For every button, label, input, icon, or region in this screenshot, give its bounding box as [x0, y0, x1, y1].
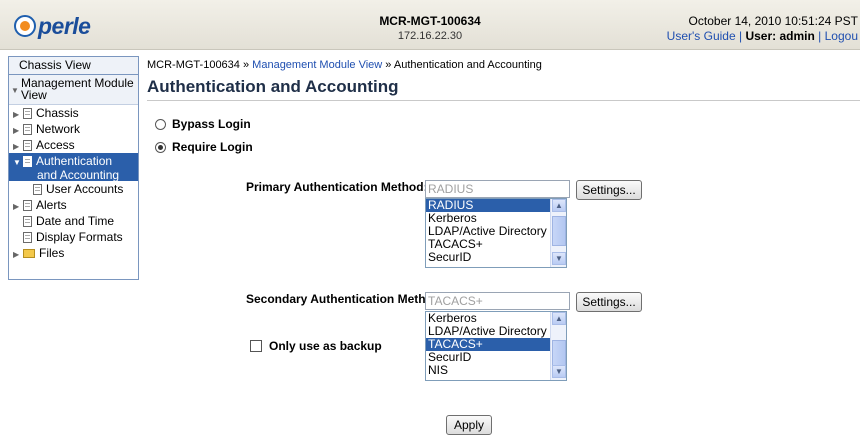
breadcrumb-current: Authentication and Accounting: [393, 59, 542, 71]
link-separator: |: [818, 29, 822, 43]
only-use-as-backup-label: Only use as backup: [269, 339, 382, 353]
sidebar-item-authentication-and-accounting[interactable]: ▼ Authentication and Accounting: [9, 153, 138, 181]
page-icon: [23, 108, 32, 119]
title-divider: [147, 100, 860, 101]
primary-settings-button[interactable]: Settings...: [576, 180, 642, 200]
secondary-auth-listbox[interactable]: Kerberos LDAP/Active Directory TACACS+ S…: [425, 311, 567, 381]
sidebar-item-label: Display Formats: [36, 230, 123, 244]
sidebar-item-label: Access: [36, 138, 75, 152]
scroll-down-arrow-icon[interactable]: ▼: [552, 252, 566, 265]
sidebar-item-label-line2: and Accounting: [37, 168, 120, 182]
page-icon: [23, 140, 32, 151]
only-use-as-backup-checkbox[interactable]: [250, 340, 262, 352]
scrollbar-thumb[interactable]: [552, 340, 566, 366]
datetime: October 14, 2010 10:51:24 PST: [688, 14, 858, 28]
breadcrumb-device: MCR-MGT-100634: [147, 59, 240, 71]
page-icon: [23, 232, 32, 243]
bypass-login-label: Bypass Login: [172, 117, 251, 131]
management-module-view-label: Management Module View: [21, 76, 134, 102]
require-login-radio[interactable]: [155, 141, 166, 153]
breadcrumb-separator: »: [242, 59, 250, 71]
sidebar-item-user-accounts[interactable]: User Accounts: [9, 181, 138, 197]
scrollbar-thumb[interactable]: [552, 216, 566, 246]
page-title: Authentication and Accounting: [147, 77, 399, 96]
scroll-up-arrow-icon[interactable]: ▲: [552, 312, 566, 325]
sidebar-item-display-formats[interactable]: Display Formats: [9, 229, 138, 245]
secondary-settings-button[interactable]: Settings...: [576, 292, 642, 312]
secondary-listbox-scrollbar[interactable]: ▲ ▼: [550, 312, 566, 380]
page-icon: [33, 184, 42, 195]
bypass-login-radio[interactable]: [155, 118, 166, 130]
sidebar-item-alerts[interactable]: ▶ Alerts: [9, 197, 138, 213]
sidebar-item-chassis[interactable]: ▶ Chassis: [9, 105, 138, 121]
sidebar-item-label: Authentication: [36, 154, 113, 168]
primary-listbox-scrollbar[interactable]: ▲ ▼: [550, 199, 566, 267]
collapse-triangle-icon[interactable]: ▼: [13, 157, 23, 169]
primary-auth-listbox[interactable]: RADIUS Kerberos LDAP/Active Directory TA…: [425, 198, 567, 268]
sidebar-nav: Chassis View ▼ Management Module View ▶ C…: [8, 56, 139, 280]
secondary-auth-label: Secondary Authentication Method:: [246, 292, 445, 306]
breadcrumb-management-module-view-link[interactable]: Management Module View: [252, 59, 382, 71]
users-guide-link[interactable]: User's Guide: [667, 29, 736, 43]
sidebar-item-label: Date and Time: [36, 214, 115, 228]
link-separator: |: [738, 29, 743, 43]
sidebar-item-label: Alerts: [36, 198, 67, 212]
sidebar-item-label: Chassis: [36, 106, 79, 120]
collapse-triangle-icon[interactable]: ▼: [11, 85, 21, 97]
apply-button[interactable]: Apply: [446, 415, 492, 435]
list-option[interactable]: SecurID: [426, 251, 550, 264]
management-module-view-tab[interactable]: ▼ Management Module View: [9, 75, 138, 105]
logout-link[interactable]: Logou: [825, 29, 858, 43]
page-icon: [23, 200, 32, 211]
page-icon: [23, 124, 32, 135]
folder-icon: [23, 249, 35, 258]
sidebar-item-access[interactable]: ▶ Access: [9, 137, 138, 153]
list-option[interactable]: NIS: [426, 364, 550, 377]
require-login-label: Require Login: [172, 140, 253, 154]
expand-triangle-icon[interactable]: ▶: [13, 247, 23, 263]
sidebar-item-label: Files: [39, 246, 65, 260]
scroll-down-arrow-icon[interactable]: ▼: [552, 365, 566, 378]
scroll-up-arrow-icon[interactable]: ▲: [552, 199, 566, 212]
page-icon: [23, 216, 32, 227]
header-right: October 14, 2010 10:51:24 PST User's Gui…: [667, 14, 858, 43]
chassis-view-tab[interactable]: Chassis View: [9, 57, 138, 75]
sidebar-item-network[interactable]: ▶ Network: [9, 121, 138, 137]
only-use-as-backup-option[interactable]: Only use as backup: [250, 339, 382, 353]
header-links: User's Guide | User: admin | Logou: [667, 29, 858, 43]
breadcrumb: MCR-MGT-100634 » Management Module View …: [147, 59, 542, 71]
sidebar-item-files[interactable]: ▶ Files: [9, 245, 138, 261]
primary-auth-label: Primary Authentication Method:: [246, 180, 428, 194]
sidebar-item-label: User Accounts: [46, 182, 124, 196]
header-bar: perle MCR-MGT-100634 172.16.22.30 Octobe…: [0, 0, 860, 50]
sidebar-item-date-and-time[interactable]: Date and Time: [9, 213, 138, 229]
page-icon: [23, 156, 32, 167]
breadcrumb-separator: »: [385, 59, 392, 71]
user-label: User: admin: [745, 29, 815, 43]
sidebar-item-label: Network: [36, 122, 81, 136]
primary-auth-value[interactable]: RADIUS: [425, 180, 570, 198]
bypass-login-option[interactable]: Bypass Login: [155, 117, 251, 131]
require-login-option[interactable]: Require Login: [155, 140, 253, 154]
secondary-auth-value[interactable]: TACACS+: [425, 292, 570, 310]
